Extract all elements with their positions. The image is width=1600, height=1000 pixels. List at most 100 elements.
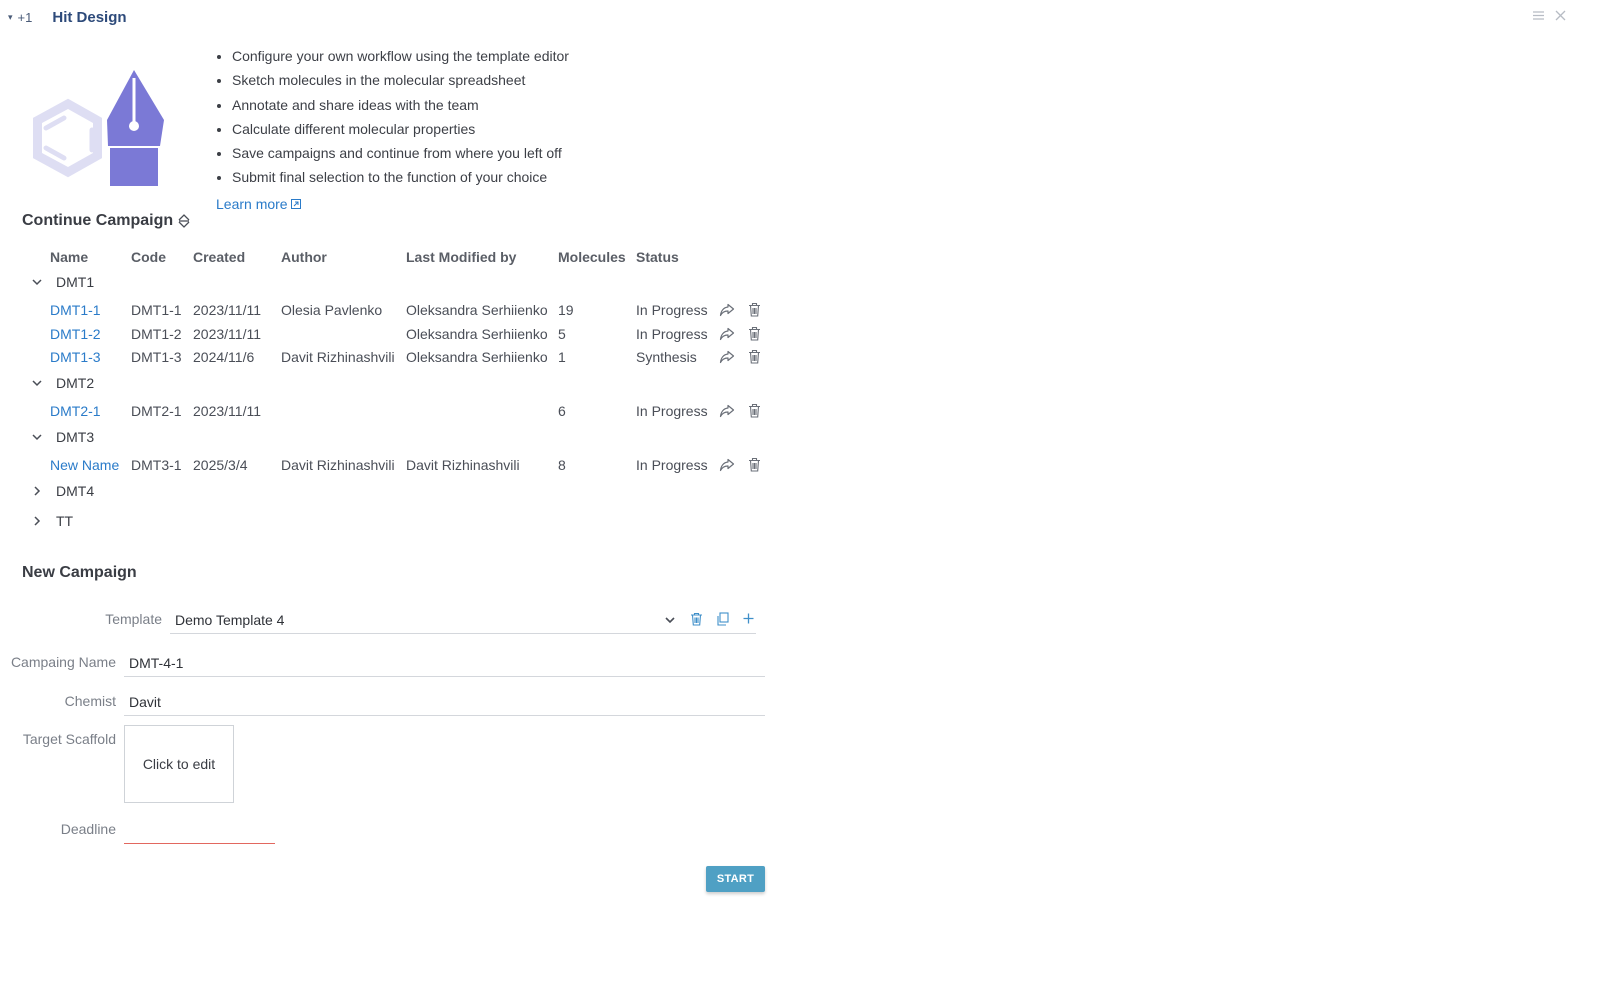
campaign-status: In Progress — [636, 457, 708, 473]
tab-count-badge[interactable]: +1 — [18, 10, 33, 25]
hit-design-logo-icon — [33, 70, 164, 186]
chemist-value: Davit — [129, 694, 161, 710]
delete-icon[interactable] — [748, 457, 761, 472]
template-value: Demo Template 4 — [175, 612, 285, 628]
delete-icon[interactable] — [748, 302, 761, 317]
feature-item: Calculate different molecular properties — [232, 117, 569, 141]
close-icon[interactable] — [1555, 10, 1566, 21]
campaign-code: DMT1-1 — [131, 302, 182, 318]
deadline-input[interactable] — [124, 821, 275, 844]
campaign-author: Davit Rizhinashvili — [281, 457, 395, 473]
chevron-down-icon[interactable] — [30, 430, 44, 444]
group-dmt3[interactable]: DMT3 — [30, 429, 94, 445]
delete-template-icon[interactable] — [690, 612, 703, 626]
campaign-name-value: DMT-4-1 — [129, 655, 184, 671]
campaign-modified-by: Oleksandra Serhiienko — [406, 349, 548, 365]
campaign-created: 2023/11/11 — [193, 326, 261, 342]
add-template-icon[interactable] — [742, 612, 755, 625]
group-label: DMT1 — [56, 274, 95, 290]
campaign-code: DMT1-2 — [131, 326, 182, 342]
campaign-status: In Progress — [636, 302, 708, 318]
feature-item: Sketch molecules in the molecular spread… — [232, 68, 569, 92]
continue-campaign-title: Continue Campaign — [22, 212, 174, 229]
campaign-molecules: 19 — [558, 302, 574, 318]
group-dmt1[interactable]: DMT1 — [30, 274, 94, 290]
template-label: Template — [105, 611, 162, 627]
share-icon[interactable] — [719, 350, 735, 364]
campaign-name-link[interactable]: DMT2-1 — [50, 403, 101, 419]
campaign-code: DMT3-1 — [131, 457, 182, 473]
campaign-modified-by: Oleksandra Serhiienko — [406, 302, 548, 318]
chevron-down-icon[interactable] — [664, 614, 676, 626]
sort-toggle-icon[interactable] — [178, 214, 190, 228]
group-tt[interactable]: TT — [30, 513, 73, 529]
campaign-modified-by: Oleksandra Serhiienko — [406, 326, 548, 342]
column-header-code[interactable]: Code — [131, 249, 166, 265]
chemist-label: Chemist — [64, 693, 116, 709]
group-dmt2[interactable]: DMT2 — [30, 375, 94, 391]
campaign-status: In Progress — [636, 326, 708, 342]
feature-item: Submit final selection to the function o… — [232, 165, 569, 189]
campaign-molecules: 5 — [558, 326, 566, 342]
target-scaffold-editor[interactable]: Click to edit — [124, 725, 234, 803]
continue-campaign-heading: Continue Campaign — [22, 212, 190, 230]
copy-template-icon[interactable] — [716, 612, 729, 626]
column-header-name[interactable]: Name — [50, 249, 88, 265]
target-scaffold-label: Target Scaffold — [22, 731, 116, 747]
feature-item: Save campaigns and continue from where y… — [232, 141, 569, 165]
column-header-modified-by[interactable]: Last Modified by — [406, 249, 516, 265]
external-link-icon — [290, 199, 301, 209]
group-label: TT — [56, 513, 74, 529]
learn-more-label[interactable]: Learn more — [216, 196, 288, 212]
campaign-created: 2023/11/11 — [193, 403, 261, 419]
campaign-code: DMT1-3 — [131, 349, 182, 365]
campaign-created: 2024/11/6 — [193, 349, 255, 365]
delete-icon[interactable] — [748, 326, 761, 341]
group-dmt4[interactable]: DMT4 — [30, 483, 94, 499]
learn-more-link[interactable]: Learn more — [216, 196, 301, 212]
campaign-name-link[interactable]: DMT1-2 — [50, 326, 101, 342]
feature-item: Configure your own workflow using the te… — [232, 44, 569, 68]
campaign-name-link[interactable]: DMT1-3 — [50, 349, 101, 365]
campaign-name-link[interactable]: DMT1-1 — [50, 302, 101, 318]
campaign-modified-by: Davit Rizhinashvili — [406, 457, 520, 473]
group-label: DMT2 — [56, 375, 95, 391]
feature-list: Configure your own workflow using the te… — [214, 44, 569, 190]
expand-caret-icon[interactable]: ▾ — [8, 12, 13, 23]
campaign-status: In Progress — [636, 403, 708, 419]
share-icon[interactable] — [719, 458, 735, 472]
campaign-name-link[interactable]: New Name — [50, 457, 119, 473]
feature-item: Annotate and share ideas with the team — [232, 93, 569, 117]
campaign-molecules: 6 — [558, 403, 566, 419]
group-label: DMT3 — [56, 429, 95, 445]
template-select[interactable]: Demo Template 4 — [170, 608, 756, 634]
column-header-status[interactable]: Status — [636, 249, 679, 265]
share-icon[interactable] — [719, 303, 735, 317]
share-icon[interactable] — [719, 327, 735, 341]
group-label: DMT4 — [56, 483, 95, 499]
hamburger-icon[interactable] — [1532, 10, 1545, 21]
chevron-right-icon[interactable] — [30, 514, 44, 528]
campaign-created: 2025/3/4 — [193, 457, 248, 473]
campaign-author: Olesia Pavlenko — [281, 302, 383, 318]
scaffold-placeholder: Click to edit — [142, 756, 216, 772]
column-header-molecules[interactable]: Molecules — [558, 249, 626, 265]
column-header-created[interactable]: Created — [193, 249, 245, 265]
chevron-down-icon[interactable] — [30, 376, 44, 390]
campaign-author: Davit Rizhinashvili — [281, 349, 395, 365]
deadline-label: Deadline — [60, 821, 116, 837]
share-icon[interactable] — [719, 404, 735, 418]
campaign-created: 2023/11/11 — [193, 302, 261, 318]
campaign-code: DMT2-1 — [131, 403, 182, 419]
title-bar: ▾ +1 Hit Design — [8, 8, 127, 26]
chevron-right-icon[interactable] — [30, 484, 44, 498]
chemist-input[interactable]: Davit — [124, 690, 765, 716]
campaign-molecules: 1 — [558, 349, 566, 365]
chevron-down-icon[interactable] — [30, 275, 44, 289]
campaign-name-input[interactable]: DMT-4-1 — [124, 651, 765, 677]
delete-icon[interactable] — [748, 403, 761, 418]
start-button[interactable]: START — [706, 866, 765, 892]
delete-icon[interactable] — [748, 349, 761, 364]
column-header-author[interactable]: Author — [281, 249, 327, 265]
campaign-name-label: Campaing Name — [10, 654, 116, 670]
